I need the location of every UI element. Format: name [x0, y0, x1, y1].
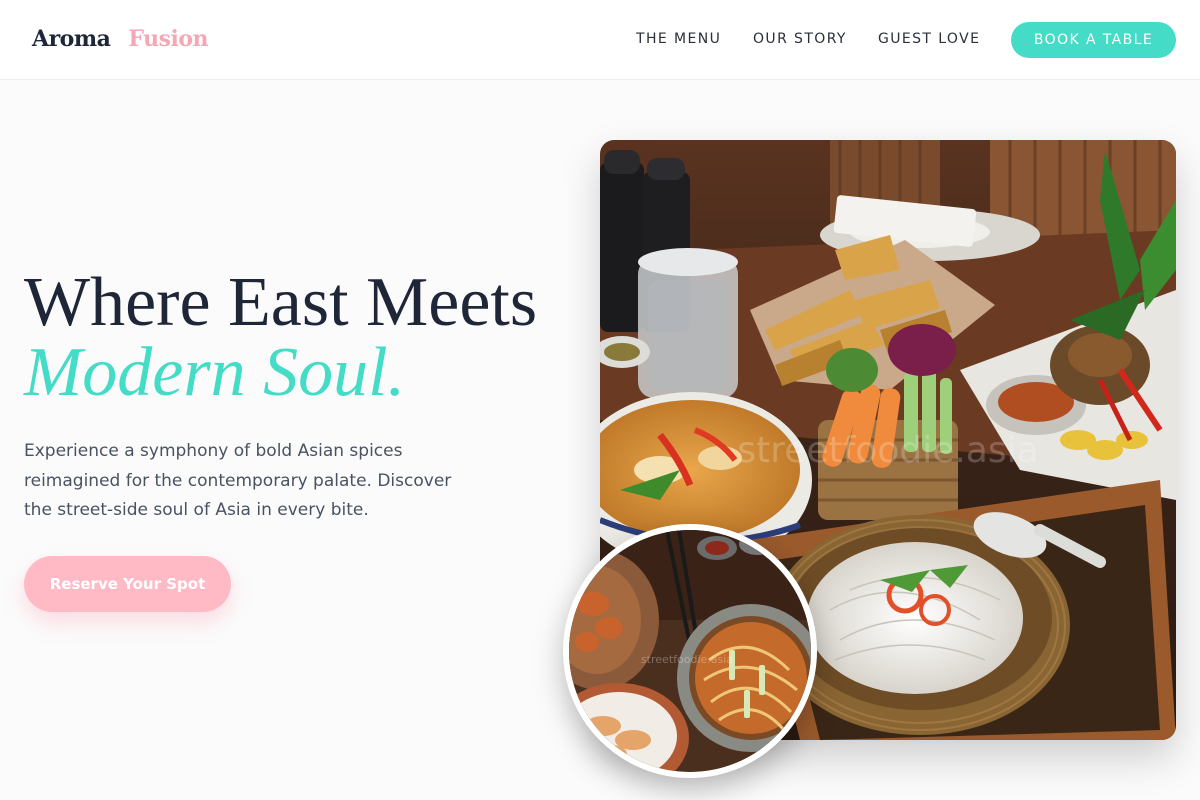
brand-logo[interactable]: Aroma Fusion [32, 26, 209, 52]
inset-photo-watermark: streetfoodie.asia [641, 653, 733, 666]
inset-food-photo: streetfoodie.asia [563, 524, 817, 778]
hero-description: Experience a symphony of bold Asian spic… [24, 441, 452, 520]
nav-link-our-story[interactable]: OUR STORY [753, 31, 847, 47]
hero-headline: Where East Meets Modern Soul. [24, 268, 537, 408]
reserve-spot-button[interactable]: Reserve Your Spot [24, 556, 231, 612]
site-header: Aroma Fusion THE MENU OUR STORY GUEST LOV… [0, 0, 1200, 80]
headline-line-1: Where East Meets [24, 264, 538, 341]
nav-link-guest-love[interactable]: GUEST LOVE [878, 31, 980, 47]
brand-word-aroma: Aroma [32, 26, 111, 52]
brand-word-fusion: Fusion [128, 26, 209, 52]
main-photo-watermark: streetfoodie.asia [737, 430, 1038, 471]
headline-line-2: Modern Soul. [24, 334, 406, 411]
book-table-button[interactable]: BOOK A TABLE [1011, 22, 1176, 58]
nav-link-menu[interactable]: THE MENU [636, 31, 721, 47]
